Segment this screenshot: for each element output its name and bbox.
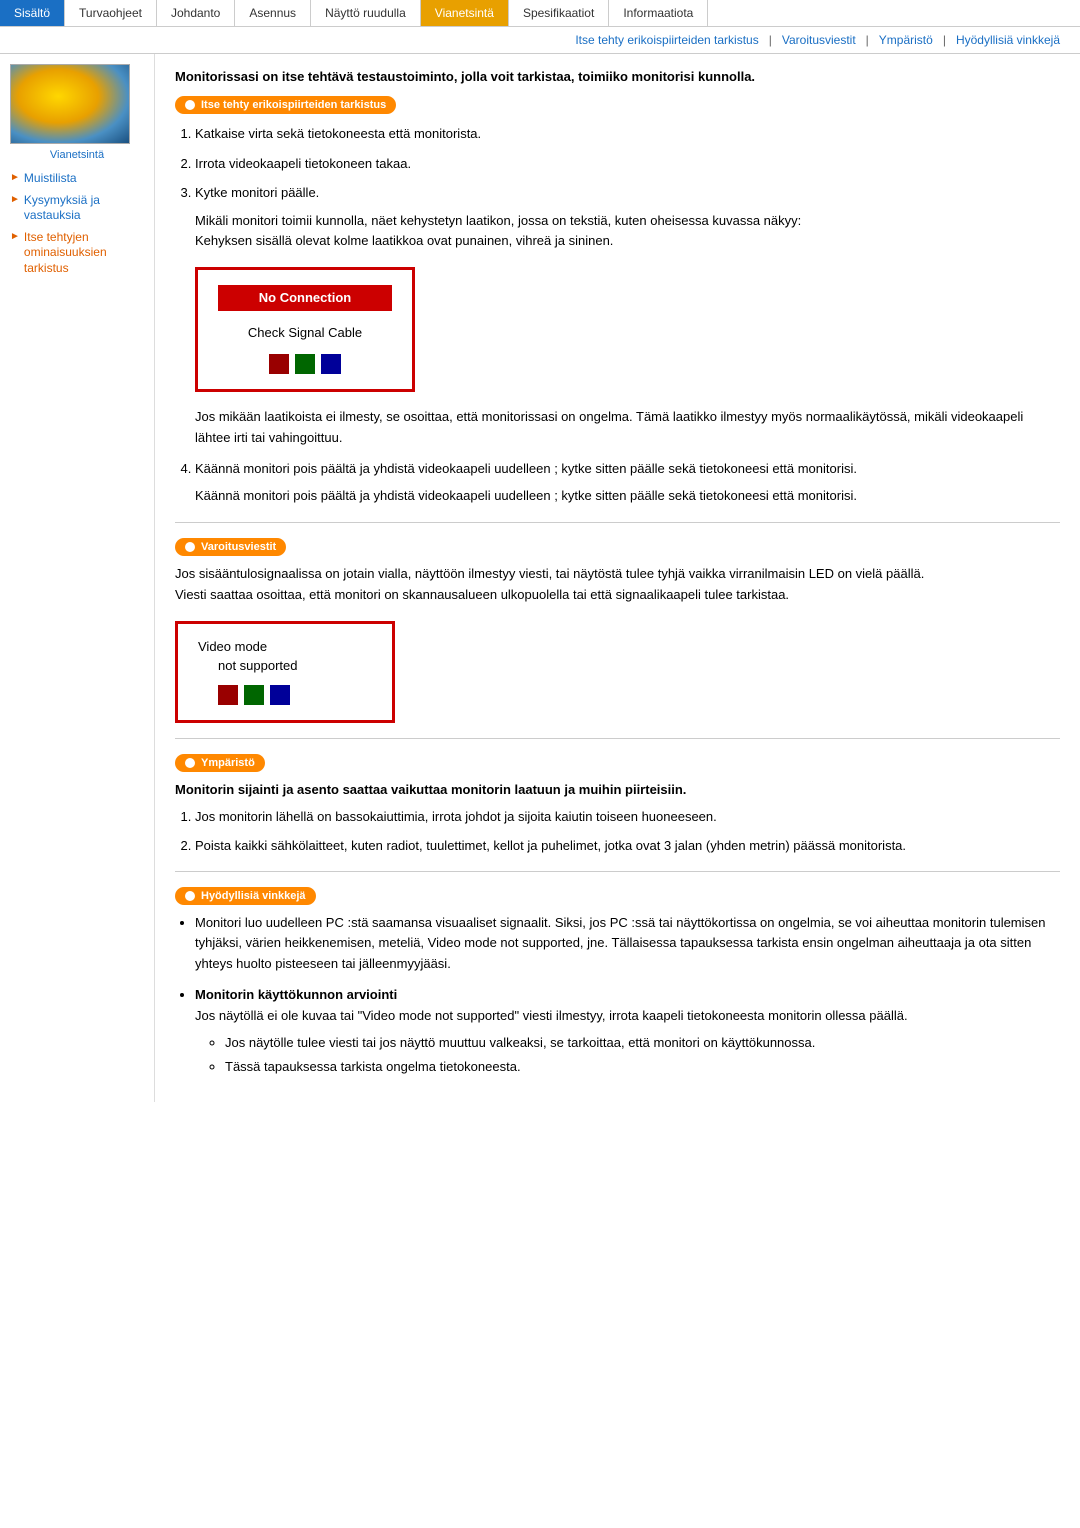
section3-list: Jos monitorin lähellä on bassokaiuttimia… [195,807,1060,856]
subnav-link-2[interactable]: Varoitusviestit [782,33,856,47]
section3-step-1: Jos monitorin lähellä on bassokaiuttimia… [195,807,1060,827]
sidebar-item-label-2: Kysymyksiä ja vastauksia [24,193,144,224]
arrow-icon-2: ► [10,194,20,205]
step-3: Kytke monitori päälle. Mikäli monitori t… [195,183,1060,449]
nav-item-johdanto[interactable]: Johdanto [157,0,235,26]
divider-2 [175,738,1060,739]
monitor-box-title: No Connection [218,285,392,311]
section4-bold-para: Jos näytöllä ei ole kuvaa tai "Video mod… [195,1008,908,1023]
video-mode-box: Video mode not supported [175,621,395,723]
monitor-box-squares [218,354,392,374]
section3-step-2: Poista kaikki sähkölaitteet, kuten radio… [195,836,1060,856]
nav-item-turvaohjeet[interactable]: Turvaohjeet [65,0,157,26]
section4-header-label: Hyödyllisiä vinkkejä [201,890,306,902]
monitor-box-subtitle: Check Signal Cable [218,323,392,343]
subbullet-2: Tässä tapauksessa tarkista ongelma tieto… [225,1057,1060,1077]
section3-dot [185,758,195,768]
para-after-box: Jos mikään laatikoista ei ilmesty, se os… [195,407,1060,449]
sidebar-item-muistilista[interactable]: ► Muistilista [10,171,144,187]
section2-header-btn: Varoitusviestit [175,538,286,556]
nav-item-asennus[interactable]: Asennus [235,0,311,26]
subnav-link-4[interactable]: Hyödyllisiä vinkkejä [956,33,1060,47]
divider-3 [175,871,1060,872]
nav-item-informaatiota[interactable]: Informaatiota [609,0,708,26]
step-1: Katkaise virta sekä tietokoneesta että m… [195,124,1060,144]
subbullet-1: Jos näytölle tulee viesti tai jos näyttö… [225,1033,1060,1053]
section3-bold: Monitorin sijainti ja asento saattaa vai… [175,782,1060,797]
para-step3: Mikäli monitori toimii kunnolla, näet ke… [195,211,1060,253]
vb-square-blue [270,685,290,705]
sidebar: Vianetsintä ► Muistilista ► Kysymyksiä j… [0,54,155,1102]
section3-header-btn: Ympäristö [175,754,265,772]
content-layout: Vianetsintä ► Muistilista ► Kysymyksiä j… [0,54,1080,1102]
intro-title: Monitorissasi on itse tehtävä testaustoi… [175,69,1060,84]
section4-header-btn: Hyödyllisiä vinkkejä [175,887,316,905]
step4-repeat: Käännä monitori pois päältä ja yhdistä v… [195,486,1060,507]
square-blue [321,354,341,374]
section2-header-wrap: Varoitusviestit [175,538,1060,556]
nav-item-vianetsinta[interactable]: Vianetsintä [421,0,509,26]
step-2: Irrota videokaapeli tietokoneen takaa. [195,154,1060,174]
square-green [295,354,315,374]
sidebar-label: Vianetsintä [10,149,144,161]
sidebar-item-kysymyksia[interactable]: ► Kysymyksiä ja vastauksia [10,193,144,224]
nav-item-spesifikaatiot[interactable]: Spesifikaatiot [509,0,609,26]
video-box-line1: Video mode [198,639,372,654]
sidebar-menu: ► Muistilista ► Kysymyksiä ja vastauksia… [10,171,144,277]
sidebar-item-label-1: Muistilista [24,171,77,187]
step-4: Käännä monitori pois päältä ja yhdistä v… [195,459,1060,507]
section4-bullet-2: Monitorin käyttökunnon arviointi Jos näy… [195,985,1060,1077]
section4-sub-bullets: Jos näytölle tulee viesti tai jos näyttö… [225,1033,1060,1077]
top-navigation: Sisältö Turvaohjeet Johdanto Asennus Näy… [0,0,1080,27]
nav-item-naytto[interactable]: Näyttö ruudulla [311,0,421,26]
subnav-link-3[interactable]: Ympäristö [879,33,933,47]
section1-dot [185,100,195,110]
sidebar-image [10,64,130,144]
section1-header-wrap: Itse tehty erikoispiirteiden tarkistus [175,96,1060,114]
sidebar-item-label-3: Itse tehtyjen ominaisuuksien tarkistus [24,230,144,277]
section4-bold-item: Monitorin käyttökunnon arviointi [195,987,397,1002]
video-box-line2: not supported [198,658,372,673]
section4-bullet-list: Monitori luo uudelleen PC :stä saamansa … [195,913,1060,1077]
sub-navigation: Itse tehty erikoispiirteiden tarkistus |… [0,27,1080,54]
sidebar-item-itse-tehtyjen[interactable]: ► Itse tehtyjen ominaisuuksien tarkistus [10,230,144,277]
square-red [269,354,289,374]
section4-bullet-1: Monitori luo uudelleen PC :stä saamansa … [195,913,1060,975]
section3-header-wrap: Ympäristö [175,754,1060,772]
section3-header-label: Ympäristö [201,757,255,769]
section2-para: Jos sisääntulosignaalissa on jotain vial… [175,564,1060,606]
steps-list: Katkaise virta sekä tietokoneesta että m… [195,124,1060,507]
subnav-link-1[interactable]: Itse tehty erikoispiirteiden tarkistus [575,33,758,47]
section4-header-wrap: Hyödyllisiä vinkkejä [175,887,1060,905]
section2-header-label: Varoitusviestit [201,541,276,553]
arrow-icon-1: ► [10,172,20,183]
section1-header-btn: Itse tehty erikoispiirteiden tarkistus [175,96,396,114]
vb-square-green [244,685,264,705]
monitor-box-diagram: No Connection Check Signal Cable [195,267,415,392]
arrow-icon-3: ► [10,231,20,242]
divider-1 [175,522,1060,523]
section2-dot [185,542,195,552]
nav-item-sisalto[interactable]: Sisältö [0,0,65,26]
section4-dot [185,891,195,901]
vb-square-red [218,685,238,705]
section1-header-label: Itse tehty erikoispiirteiden tarkistus [201,99,386,111]
video-box-squares [198,685,372,705]
main-content: Monitorissasi on itse tehtävä testaustoi… [155,54,1080,1102]
